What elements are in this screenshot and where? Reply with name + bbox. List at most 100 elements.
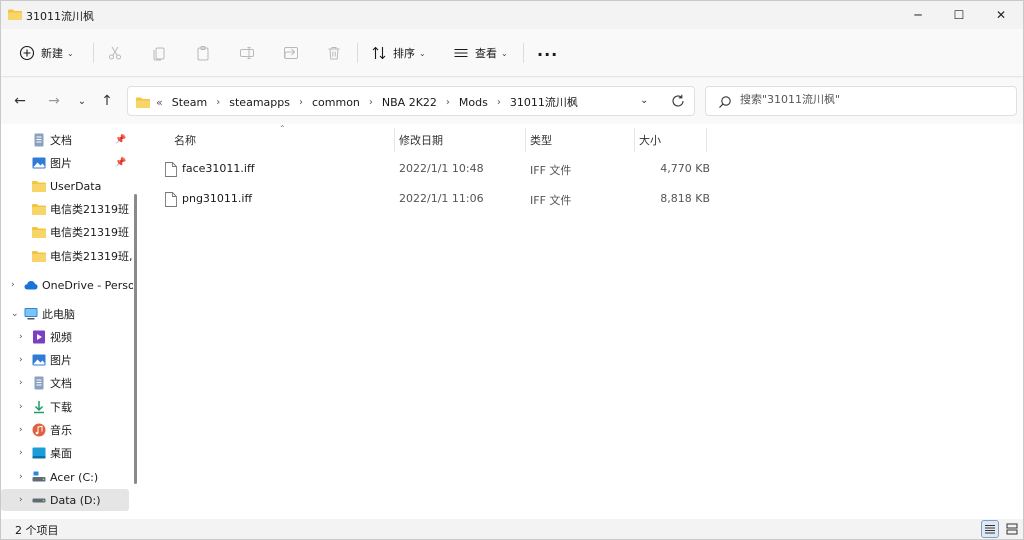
crumb-current[interactable]: 31011流川枫 [510, 94, 578, 110]
sidebar-item-label: OneDrive - Perso [42, 278, 133, 292]
chevron-right-icon[interactable]: › [11, 280, 15, 290]
table-row[interactable]: png31011.iff 2022/1/1 11:06 IFF 文件 8,818… [155, 185, 710, 213]
chevron-right-icon[interactable]: › [19, 448, 23, 458]
maximize-icon: ☐ [953, 8, 965, 22]
status-bar: 2 个项目 [1, 519, 1023, 539]
sort-label: 排序 [393, 47, 415, 60]
cut-button[interactable] [105, 43, 125, 63]
sort-button[interactable]: 排序 ⌄ [371, 41, 426, 65]
paste-button[interactable] [193, 43, 213, 63]
sidebar-item-this-pc[interactable]: ⌄ 此电脑 [1, 303, 129, 325]
item-count: 2 个项目 [15, 524, 59, 537]
maximize-button[interactable]: ☐ [937, 1, 981, 29]
sidebar-item-folder[interactable]: 电信类21319班, [1, 245, 133, 267]
delete-button[interactable] [324, 43, 344, 63]
sidebar-item-label: 电信类21319班, [50, 250, 133, 263]
sidebar-item-drive-d[interactable]: › Data (D:) [1, 489, 129, 511]
chevron-right-icon[interactable]: › [19, 402, 23, 412]
sidebar-item-pictures[interactable]: 图片 📌 [1, 152, 129, 174]
overflow-chevron[interactable]: « [156, 96, 163, 109]
search-input[interactable] [740, 93, 1000, 106]
address-dropdown-icon[interactable]: ⌄ [640, 95, 648, 106]
chevron-right-icon[interactable]: › [19, 355, 23, 365]
view-button[interactable]: 查看 ⌄ [453, 41, 508, 65]
clipboard-icon [197, 46, 209, 61]
search-box[interactable] [705, 86, 1017, 116]
sidebar-item-label: 桌面 [50, 447, 72, 460]
chevron-right-icon[interactable]: › [446, 97, 450, 108]
chevron-right-icon[interactable]: › [497, 97, 501, 108]
view-label: 查看 [475, 47, 497, 60]
sidebar-item-onedrive[interactable]: › OneDrive - Perso [1, 274, 133, 296]
chevron-right-icon[interactable]: › [19, 378, 23, 388]
minimize-button[interactable]: ─ [896, 1, 940, 29]
chevron-right-icon[interactable]: › [19, 472, 23, 482]
sidebar-item-downloads[interactable]: › 下载 [1, 396, 129, 418]
address-bar[interactable]: « Steam › steamapps › common › NBA 2K22 … [127, 86, 695, 116]
crumb-common[interactable]: common [312, 96, 360, 109]
column-divider[interactable] [634, 128, 635, 152]
file-explorer-window: 31011流川枫 ─ ☐ ✕ 新建 ⌄ 排序 ⌄ 查看 ⌄ ··· ← → ⌄ … [0, 0, 1024, 540]
forward-button[interactable]: → [45, 92, 63, 110]
desktop-icon [32, 447, 46, 459]
chevron-right-icon[interactable]: › [19, 332, 23, 342]
recent-locations-button[interactable]: ⌄ [73, 92, 91, 110]
sidebar-item-documents[interactable]: 文档 📌 [1, 129, 129, 151]
column-header-type[interactable]: 类型 [530, 127, 552, 153]
chevron-right-icon[interactable]: › [216, 97, 220, 108]
sidebar-item-label: 音乐 [50, 424, 72, 437]
new-button[interactable]: 新建 ⌄ [19, 41, 74, 65]
chevron-right-icon[interactable]: › [19, 425, 23, 435]
column-divider[interactable] [706, 128, 707, 152]
sidebar-item-music[interactable]: › 音乐 [1, 419, 129, 441]
crumb-steam[interactable]: Steam [172, 96, 208, 109]
folder-icon [32, 227, 46, 238]
sidebar-item-label: 文档 [50, 134, 72, 147]
back-button[interactable]: ← [11, 92, 29, 110]
sidebar-item-pictures[interactable]: › 图片 [1, 349, 129, 371]
arrow-right-icon: → [48, 93, 60, 109]
sidebar-item-folder[interactable]: 电信类21319班 [1, 198, 129, 220]
pictures-icon [32, 157, 46, 169]
rename-icon [240, 47, 254, 59]
file-type: IFF 文件 [530, 194, 572, 207]
scissors-icon [109, 46, 121, 60]
column-divider[interactable] [525, 128, 526, 152]
sidebar-scrollbar[interactable] [134, 194, 137, 484]
close-button[interactable]: ✕ [979, 1, 1023, 29]
share-button[interactable] [281, 43, 301, 63]
video-icon [33, 330, 45, 344]
crumb-steamapps[interactable]: steamapps [229, 96, 290, 109]
divider [93, 43, 94, 63]
details-view-icon [985, 525, 995, 534]
rename-button[interactable] [237, 43, 257, 63]
drive-c-icon [32, 471, 46, 482]
cloud-icon [24, 281, 38, 290]
file-size: 8,818 KB [660, 192, 710, 205]
column-header-date[interactable]: 修改日期 [399, 127, 443, 153]
sidebar-item-folder[interactable]: 电信类21319班 [1, 221, 129, 243]
chevron-right-icon[interactable]: › [299, 97, 303, 108]
table-row[interactable]: face31011.iff 2022/1/1 10:48 IFF 文件 4,77… [155, 155, 710, 183]
sidebar-item-videos[interactable]: › 视频 [1, 326, 129, 348]
chevron-right-icon[interactable]: › [369, 97, 373, 108]
more-options-button[interactable]: ··· [537, 42, 558, 66]
column-header-name[interactable]: 名称 [174, 127, 196, 153]
up-button[interactable]: ↑ [98, 92, 116, 110]
crumb-nba2k22[interactable]: NBA 2K22 [382, 96, 437, 109]
crumb-mods[interactable]: Mods [459, 96, 488, 109]
title-bar: 31011流川枫 ─ ☐ ✕ [1, 1, 1023, 29]
column-divider[interactable] [394, 128, 395, 152]
chevron-down-icon[interactable]: ⌄ [11, 309, 19, 319]
tiles-view-button[interactable] [1003, 520, 1021, 538]
refresh-icon[interactable] [670, 93, 686, 109]
sidebar-item-desktop[interactable]: › 桌面 [1, 442, 129, 464]
sidebar-item-drive-c[interactable]: › Acer (C:) [1, 466, 129, 488]
column-header-size[interactable]: 大小 [639, 127, 661, 153]
sidebar-item-userdata[interactable]: UserData [1, 175, 129, 197]
file-date: 2022/1/1 10:48 [399, 162, 484, 175]
chevron-right-icon[interactable]: › [19, 495, 23, 505]
copy-button[interactable] [149, 43, 169, 63]
sidebar-item-documents[interactable]: › 文档 [1, 372, 129, 394]
details-view-button[interactable] [981, 520, 999, 538]
